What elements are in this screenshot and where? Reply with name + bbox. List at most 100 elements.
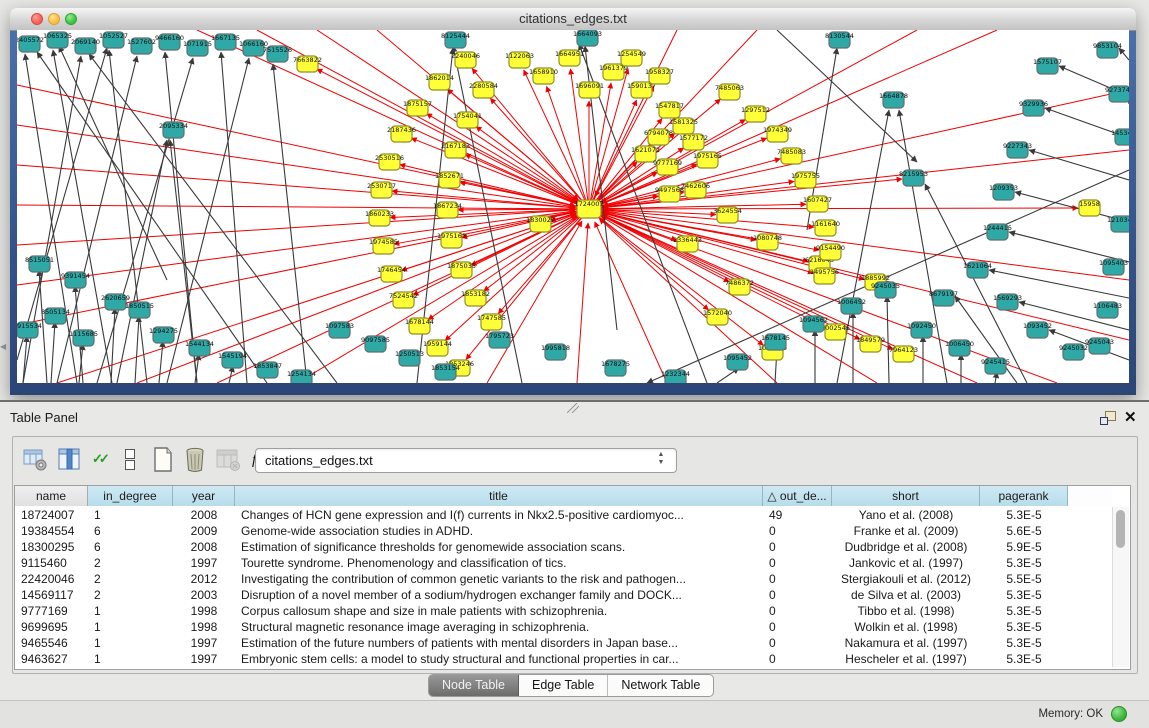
- cell-short: de Silva et al. (2003): [832, 587, 980, 603]
- cell-year: 1997: [173, 555, 235, 571]
- network-node-label: 1754041: [453, 112, 482, 120]
- dropdown-stepper-icon: ▲▼: [654, 451, 668, 469]
- network-edge: [221, 52, 247, 383]
- tab-edge-table[interactable]: Edge Table: [519, 675, 608, 696]
- network-node-label: 1106483: [1093, 302, 1122, 310]
- network-edge: [297, 216, 577, 383]
- cell-out_de: 0: [763, 555, 832, 571]
- network-node-label: 3915534: [17, 322, 42, 330]
- column-header-short[interactable]: short: [832, 486, 980, 506]
- network-node-label: 1122063: [505, 52, 534, 60]
- network-node-label: 8679197: [929, 290, 958, 298]
- network-node-label: 1678275: [601, 360, 630, 368]
- network-node-label: 7462606: [681, 182, 710, 190]
- network-window: citations_edges.txt 17240072240046186201…: [10, 8, 1136, 395]
- network-node-label: 1849579: [856, 336, 885, 344]
- vertical-scrollbar[interactable]: [1112, 507, 1129, 667]
- delete-column-icon[interactable]: [182, 446, 210, 474]
- memory-status-icon[interactable]: [1111, 706, 1127, 722]
- tab-node-table[interactable]: Node Table: [429, 675, 519, 696]
- network-node-label: 1254134: [287, 370, 316, 378]
- new-table-icon[interactable]: [150, 446, 178, 474]
- network-node-label: 7524542: [389, 292, 418, 300]
- table-row[interactable]: 969969511998Structural magnetic resonanc…: [15, 619, 1112, 635]
- network-node-label: 1095403: [1099, 259, 1128, 267]
- table-selector-dropdown[interactable]: citations_edges.txt ▲▼: [255, 448, 677, 473]
- network-edge: [111, 308, 115, 383]
- cell-name: 14569117: [15, 587, 88, 603]
- network-node-label: 1209353: [989, 184, 1018, 192]
- table-row[interactable]: 977716911998Corpus callosum shape and si…: [15, 603, 1112, 619]
- table-options-icon[interactable]: [22, 446, 50, 474]
- network-node-label: 1975163: [437, 232, 466, 240]
- network-node-label: 1975165: [693, 152, 722, 160]
- column-header-name[interactable]: name: [15, 486, 88, 506]
- network-node-label: 1453404: [1111, 129, 1129, 137]
- column-header-out_de[interactable]: △ out_de...: [763, 486, 832, 506]
- network-canvas[interactable]: 1724007224004618620141875157218743625305…: [17, 30, 1129, 383]
- network-node-label: 2530516: [375, 154, 404, 162]
- cell-short: Nakamura et al. (1997): [832, 635, 980, 651]
- tab-network-table[interactable]: Network Table: [608, 675, 713, 696]
- network-node-label: 1658910: [529, 68, 558, 76]
- cell-in_degree: 1: [88, 619, 173, 635]
- table-row[interactable]: 1830029562008Estimation of significance …: [15, 539, 1112, 555]
- network-node-label: 1092450: [907, 322, 936, 330]
- sidebar-collapse-arrow-icon[interactable]: ◀: [0, 342, 6, 351]
- scrollbar-thumb[interactable]: [1116, 510, 1125, 548]
- column-header-title[interactable]: title: [235, 486, 763, 506]
- splitter-grip-icon[interactable]: [567, 403, 579, 413]
- table-selector-value: citations_edges.txt: [265, 453, 373, 468]
- table-row[interactable]: 1456911722003Disruption of a novel membe…: [15, 587, 1112, 603]
- network-node-label: 2167183: [441, 142, 470, 150]
- network-node-label: 9245035: [871, 282, 900, 290]
- memory-status-label: Memory: OK: [1038, 708, 1103, 720]
- network-node-label: 8505134: [41, 308, 70, 316]
- column-header-pagerank[interactable]: pagerank: [980, 486, 1068, 506]
- network-node-label: 1547817: [655, 102, 684, 110]
- network-window-titlebar[interactable]: citations_edges.txt: [10, 8, 1136, 31]
- cell-year: 1997: [173, 635, 235, 651]
- cell-pagerank: 5.3E-5: [980, 507, 1068, 523]
- column-header-year[interactable]: year: [173, 486, 235, 506]
- cell-in_degree: 2: [88, 571, 173, 587]
- table-row[interactable]: 2242004622012Investigating the contribut…: [15, 571, 1112, 587]
- close-panel-icon[interactable]: ✕: [1124, 408, 1137, 426]
- network-node-label: 15958: [1079, 200, 1100, 208]
- cell-out_de: 0: [763, 619, 832, 635]
- network-node-label: 2095334: [159, 122, 188, 130]
- cell-out_de: 0: [763, 539, 832, 555]
- cell-year: 1998: [173, 619, 235, 635]
- network-node-label: 1002545: [821, 324, 850, 332]
- table-row[interactable]: 946554611997Estimation of the future num…: [15, 635, 1112, 651]
- cell-short: Stergiakouli et al. (2012): [832, 571, 980, 587]
- column-header-filler: [1068, 486, 1112, 506]
- table-row[interactable]: 911546021997Tourette syndrome. Phenomeno…: [15, 555, 1112, 571]
- table-row[interactable]: 1872400712008Changes of HCN gene express…: [15, 507, 1112, 523]
- table-row[interactable]: 946362711997Embryonic stem cells: a mode…: [15, 651, 1112, 667]
- network-node-label: 1664951: [555, 50, 584, 58]
- network-node-label: 7964123: [889, 346, 918, 354]
- network-edge: [1029, 150, 1129, 180]
- network-node-label: 8130544: [825, 32, 854, 40]
- network-edge: [117, 140, 167, 383]
- network-edge: [595, 222, 667, 383]
- cell-in_degree: 2: [88, 555, 173, 571]
- float-window-icon[interactable]: [1100, 411, 1116, 425]
- column-header-in_degree[interactable]: in_degree: [88, 486, 173, 506]
- show-columns-icon[interactable]: [56, 446, 84, 474]
- cell-in_degree: 6: [88, 523, 173, 539]
- network-node-label: 1959144: [423, 340, 452, 348]
- table-row[interactable]: 1938455462009Genome-wide association stu…: [15, 523, 1112, 539]
- cell-year: 2008: [173, 539, 235, 555]
- network-node-label: 1853847: [253, 362, 282, 370]
- network-edge: [89, 54, 337, 383]
- unselect-all-icon[interactable]: [116, 446, 144, 474]
- network-node-label: 1607427: [803, 196, 832, 204]
- network-node-label: 7485063: [715, 84, 744, 92]
- network-node-label: 1678144: [405, 318, 434, 326]
- network-node-label: 9777169: [653, 159, 682, 167]
- network-edge: [109, 50, 147, 383]
- network-edge: [887, 296, 889, 383]
- network-node-label: 2620659: [101, 294, 130, 302]
